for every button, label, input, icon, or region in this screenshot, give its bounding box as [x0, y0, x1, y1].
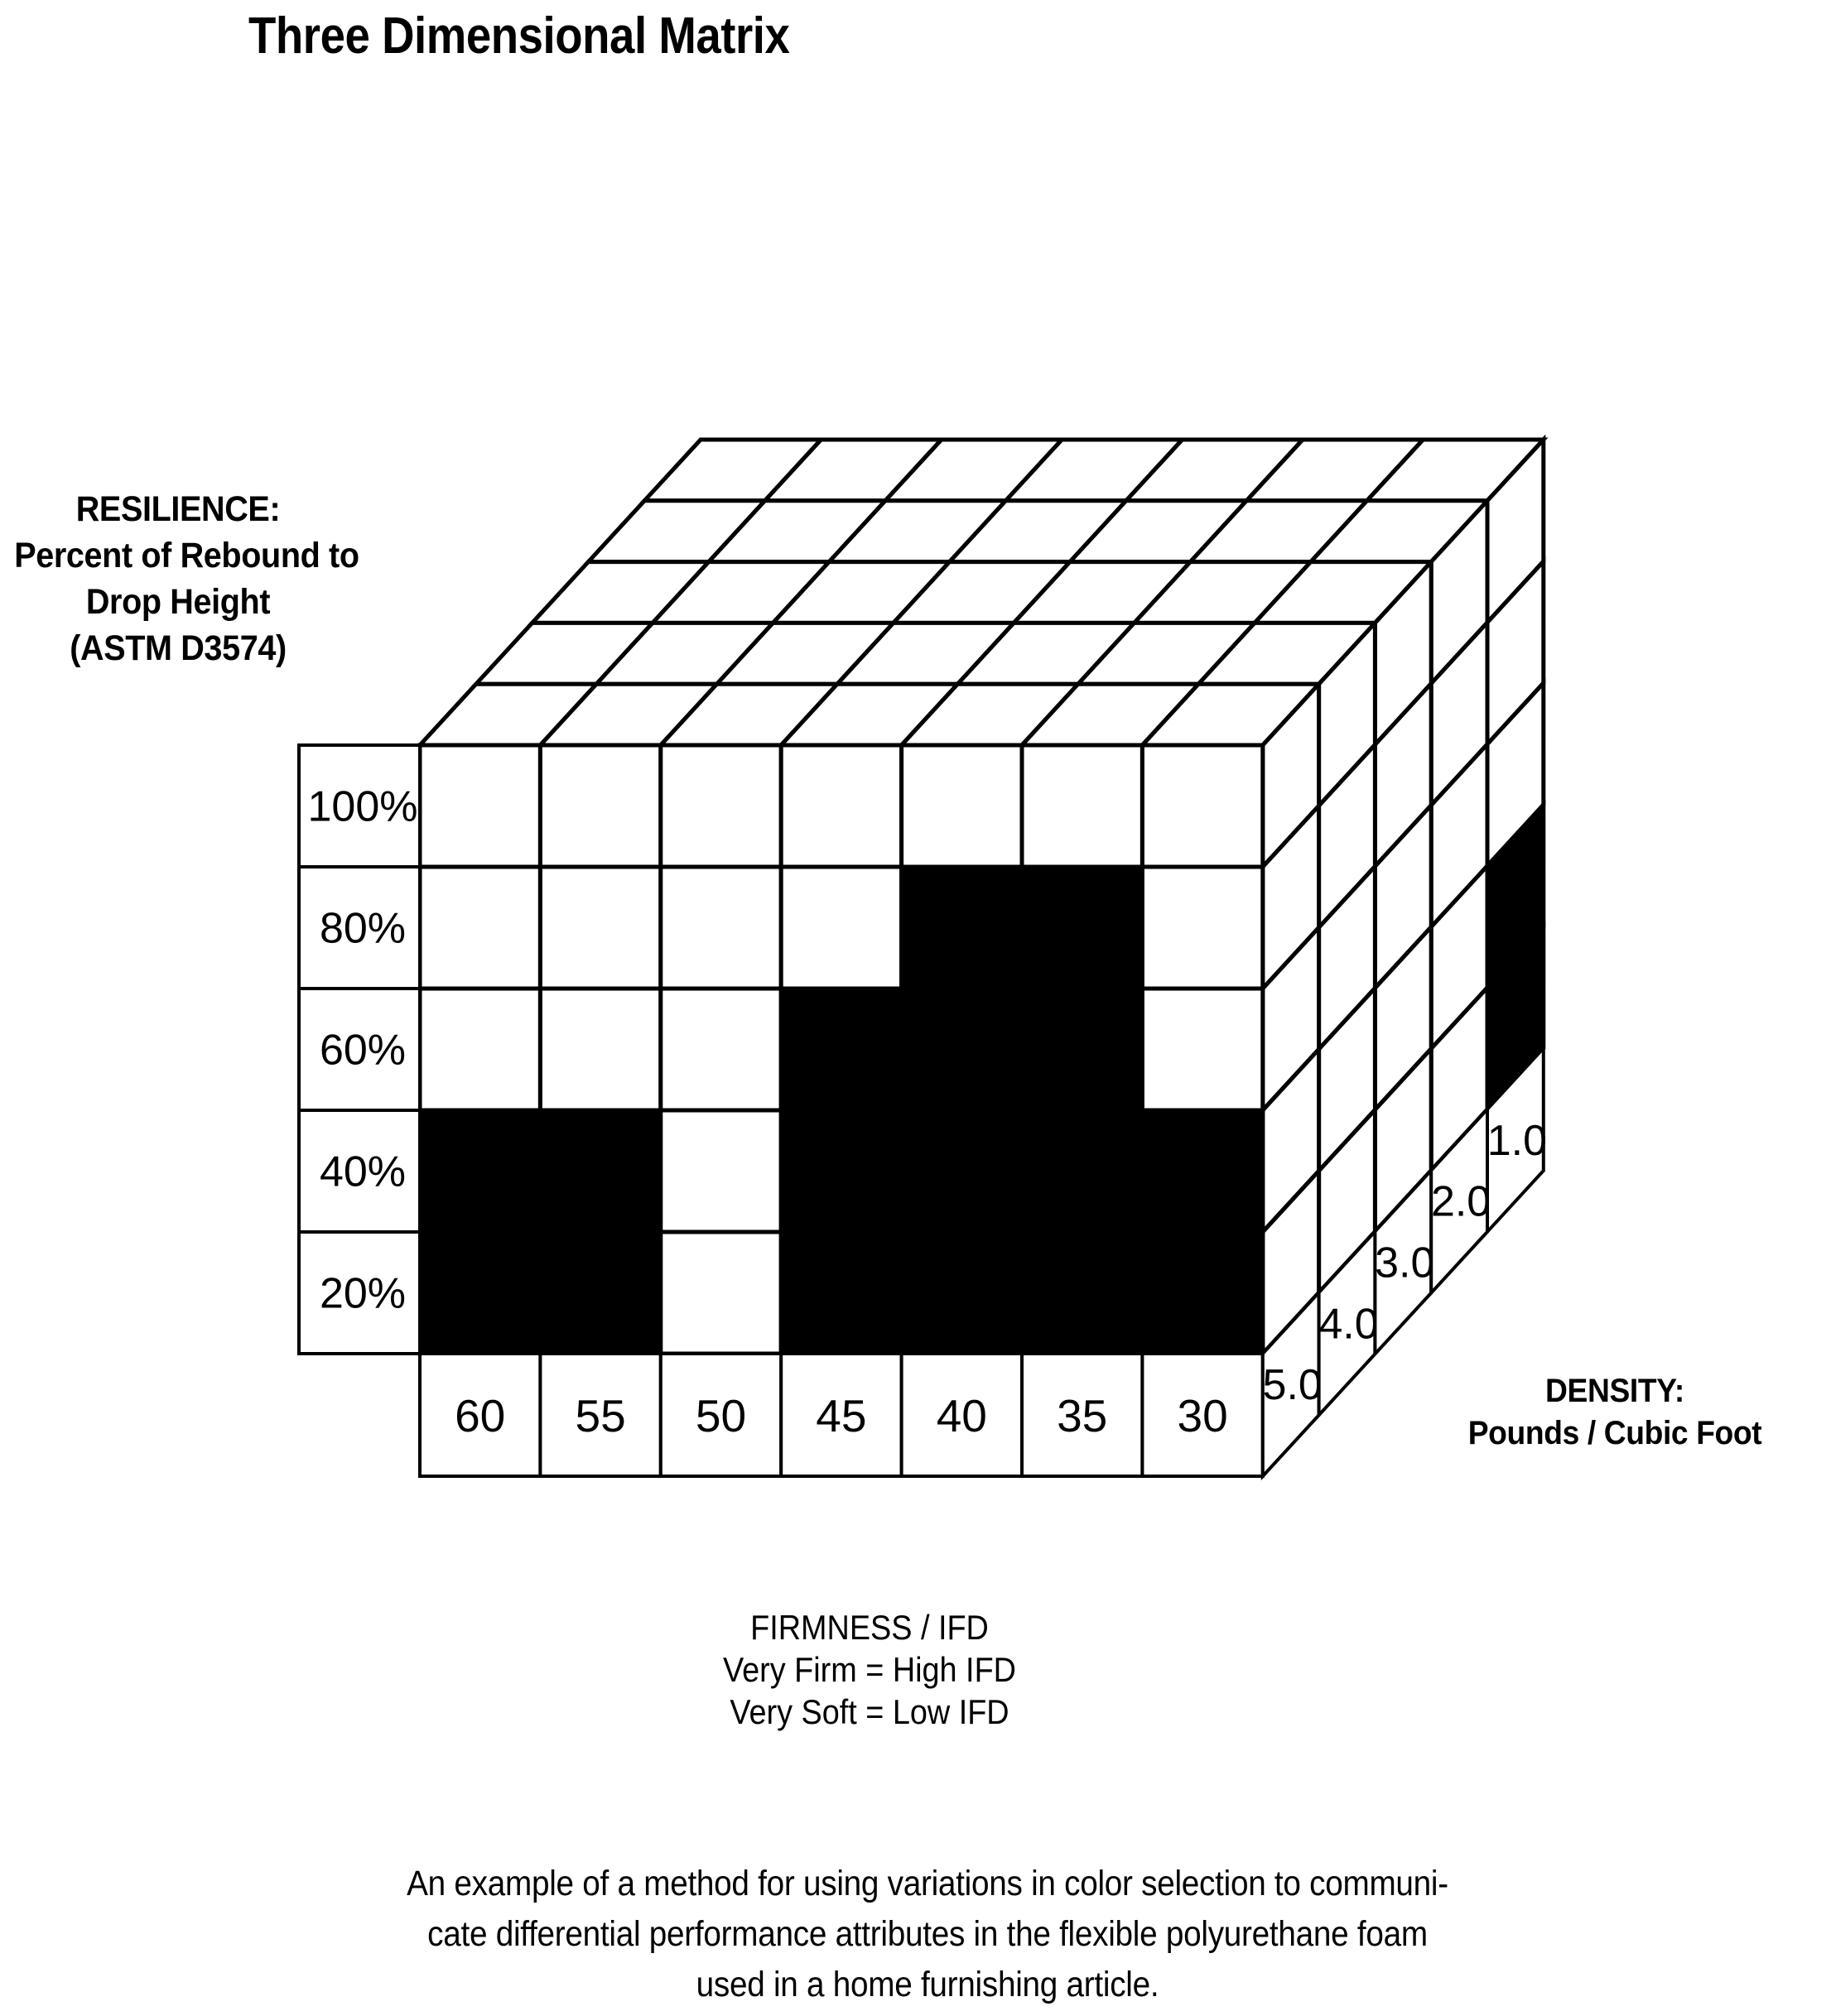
- front-face-cell: [537, 864, 663, 991]
- front-face-cell: [537, 1229, 663, 1356]
- resilience-tick-label: 100%: [308, 783, 418, 831]
- firmness-tick-label: 60: [455, 1390, 505, 1441]
- front-face-cell: [1019, 743, 1144, 869]
- firmness-tick-label: 55: [576, 1390, 626, 1441]
- front-face-cell: [537, 986, 663, 1113]
- density-tick-label: 2.0: [1431, 1178, 1491, 1226]
- front-face-cell: [778, 864, 904, 991]
- front-face-cell: [1140, 1108, 1265, 1234]
- resilience-tick-label: 20%: [320, 1270, 406, 1318]
- front-face-cell: [1019, 1229, 1144, 1356]
- front-face-cell: [778, 743, 904, 869]
- firmness-tick-label: 30: [1178, 1390, 1228, 1441]
- firmness-tick-row: 60 55 50 45 40 35 30: [418, 1352, 1265, 1478]
- front-face-cell: [1140, 864, 1265, 991]
- front-face-cell: [1140, 986, 1265, 1113]
- density-tick-label: 3.0: [1375, 1239, 1434, 1287]
- front-face-cell: [899, 743, 1024, 869]
- front-face-cell: [899, 864, 1024, 991]
- front-face-cell: [537, 743, 663, 869]
- front-face-cell: [658, 986, 783, 1113]
- front-face-cell: [658, 1229, 783, 1356]
- front-face-cell: [1140, 743, 1265, 869]
- front-face-cell: [1019, 864, 1144, 991]
- density-tick-label: 4.0: [1318, 1300, 1378, 1348]
- firmness-tick-label: 40: [937, 1390, 987, 1441]
- front-face-cell: [417, 864, 542, 991]
- front-face-cell: [537, 1108, 663, 1234]
- firmness-tick-label: 50: [696, 1390, 746, 1441]
- resilience-tick-label: 80%: [320, 905, 406, 953]
- front-face-cell: [899, 1108, 1024, 1234]
- front-face-cell: [658, 864, 783, 991]
- firmness-tick-label: 35: [1057, 1390, 1107, 1441]
- resilience-tick-label: 40%: [320, 1148, 406, 1196]
- front-face-cell: [1019, 986, 1144, 1113]
- front-face-cell: [778, 1229, 904, 1356]
- front-face-cell: [417, 743, 542, 869]
- density-tick-label: 1.0: [1487, 1117, 1547, 1165]
- front-face-cell: [417, 1108, 542, 1234]
- front-face-grid: [417, 743, 1265, 1356]
- front-face-cell: [658, 1108, 783, 1234]
- front-face-cell: [778, 1108, 904, 1234]
- three-dimensional-matrix-cube: 100% 80% 60% 40% 20% 60 55 50 45 40 35 30 5.0 4.0 3.…: [297, 434, 1549, 1481]
- front-face-cell: [1019, 1108, 1144, 1234]
- front-face-cell: [1140, 1229, 1265, 1356]
- front-face-cell: [658, 743, 783, 869]
- firmness-tick-label: 45: [816, 1390, 866, 1441]
- front-face-cell: [899, 1229, 1024, 1356]
- front-face-cell: [417, 986, 542, 1113]
- front-face-cell: [417, 1229, 542, 1356]
- density-tick-label: 5.0: [1263, 1361, 1323, 1409]
- resilience-tick-label: 60%: [320, 1027, 406, 1075]
- resilience-tick-column: 100% 80% 60% 40% 20%: [297, 743, 422, 1355]
- front-face-cell: [899, 986, 1024, 1113]
- front-face-cell: [778, 986, 904, 1113]
